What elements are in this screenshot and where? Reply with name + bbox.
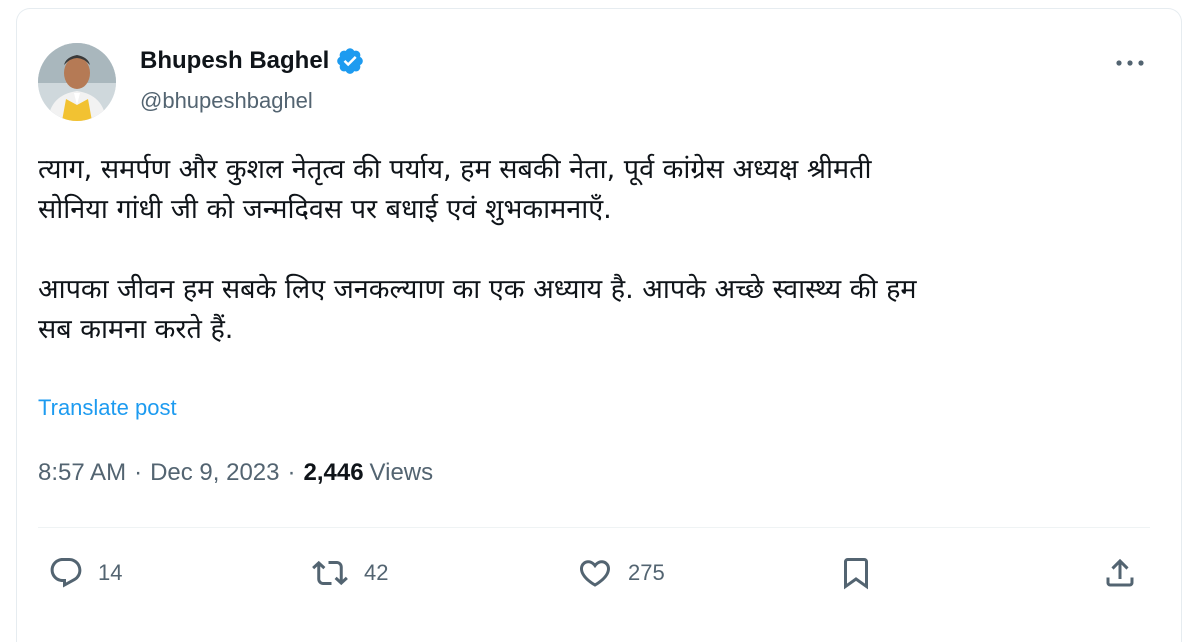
more-icon <box>1116 60 1144 66</box>
translate-post-link[interactable]: Translate post <box>38 395 177 421</box>
verified-badge-icon <box>337 48 364 74</box>
reply-button[interactable]: 14 <box>48 555 122 591</box>
avatar-image <box>38 43 116 121</box>
meta-separator: · <box>134 459 143 486</box>
meta-separator: · <box>287 459 296 486</box>
author-name[interactable]: Bhupesh Baghel <box>140 47 329 75</box>
tweet-paragraph-1: त्याग, समर्पण और कुशल नेतृत्व की पर्याय,… <box>38 154 872 225</box>
tweet-metadata: 8:57 AM · Dec 9, 2023 · 2,446 Views <box>38 459 433 487</box>
like-count: 275 <box>628 560 665 585</box>
avatar[interactable] <box>38 43 116 121</box>
bookmark-button[interactable] <box>838 555 874 591</box>
share-button[interactable] <box>1102 555 1138 591</box>
tweet-text: त्याग, समर्पण और कुशल नेतृत्व की पर्याय,… <box>38 150 1158 350</box>
more-options-button[interactable] <box>1112 50 1148 76</box>
share-icon <box>1106 558 1134 587</box>
tweet-paragraph-2: आपका जीवन हम सबके लिए जनकल्याण का एक अध्… <box>38 274 917 345</box>
reply-count: 14 <box>98 560 123 585</box>
like-icon <box>579 560 611 587</box>
divider <box>38 527 1150 528</box>
bookmark-icon <box>844 558 868 590</box>
tweet-time[interactable]: 8:57 AM <box>38 459 126 487</box>
repost-button[interactable]: 42 <box>310 555 388 591</box>
reply-icon <box>50 558 82 588</box>
tweet-date[interactable]: Dec 9, 2023 <box>150 459 279 487</box>
author-handle[interactable]: @bhupeshbaghel <box>140 88 313 114</box>
like-button[interactable]: 275 <box>576 555 665 591</box>
repost-icon <box>312 560 348 586</box>
repost-count: 42 <box>364 560 389 585</box>
views-label[interactable]: Views <box>370 459 434 487</box>
views-count[interactable]: 2,446 <box>303 459 363 487</box>
author-name-row[interactable]: Bhupesh Baghel <box>140 46 365 76</box>
